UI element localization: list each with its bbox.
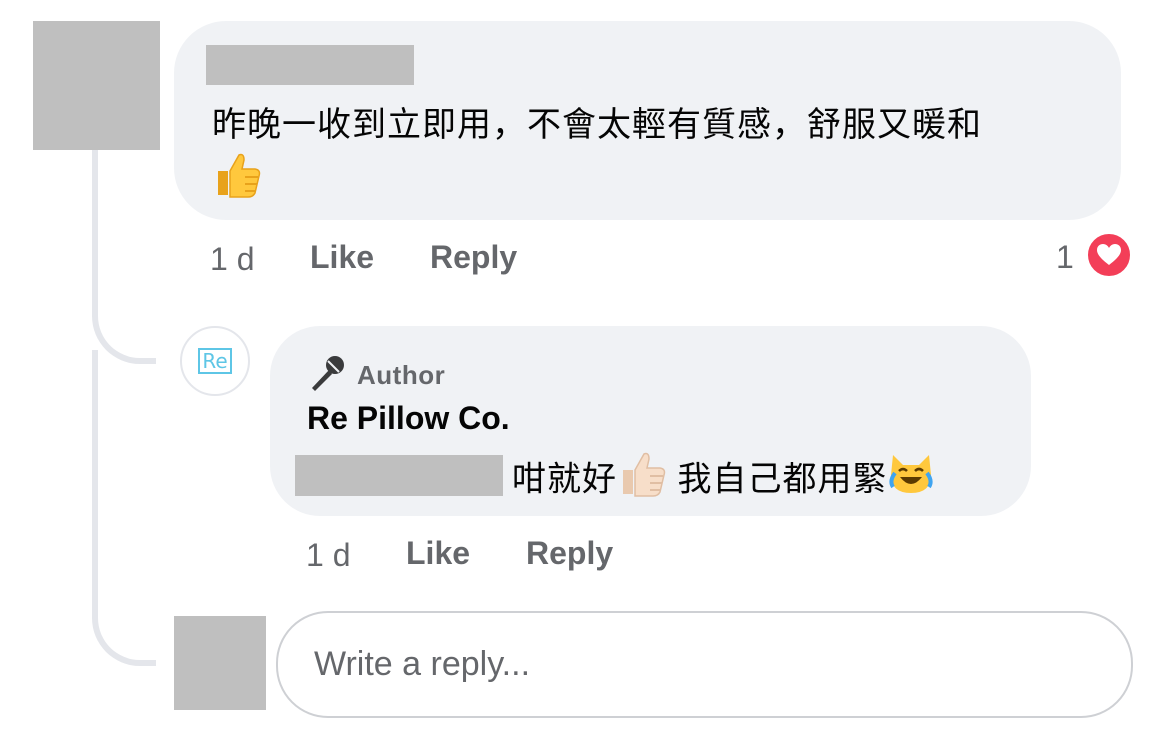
thread-elbow-composer: [92, 600, 156, 666]
comment-text: 昨晚一收到立即用，不會太輕有質感，舒服又暖和: [212, 99, 1102, 214]
author-badge: Author: [307, 354, 445, 397]
commenter-name-redacted[interactable]: [206, 45, 414, 85]
comment-like-button[interactable]: Like: [310, 239, 374, 276]
current-user-avatar: [174, 616, 266, 710]
thumbs-up-light-icon: [617, 450, 667, 513]
page-avatar[interactable]: Re: [180, 326, 250, 396]
reply-input[interactable]: [276, 611, 1133, 718]
reply-text: 咁就好 我自己都用緊: [512, 450, 1012, 513]
thread-line: [92, 150, 98, 310]
thread-elbow-reply: [92, 300, 156, 364]
reply-bubble: Author Re Pillow Co. 咁就好 我自己都用緊: [270, 326, 1031, 516]
reply-reply-button[interactable]: Reply: [526, 535, 613, 572]
thread-line-lower: [92, 350, 98, 610]
author-name[interactable]: Re Pillow Co.: [307, 400, 510, 437]
reply-like-button[interactable]: Like: [406, 535, 470, 572]
reply-text-part2: 我自己都用緊: [667, 460, 888, 499]
comment-text-body: 昨晚一收到立即用，不會太輕有質感，舒服又暖和: [212, 106, 982, 144]
microphone-icon: [307, 354, 347, 397]
cat-tears-of-joy-icon: [887, 451, 935, 512]
mentioned-name-redacted[interactable]: [295, 455, 503, 496]
author-badge-label: Author: [357, 360, 446, 390]
heart-reaction-icon[interactable]: [1085, 231, 1133, 279]
comment-reply-button[interactable]: Reply: [430, 239, 517, 276]
comment-timestamp[interactable]: 1 d: [210, 241, 254, 278]
reply-timestamp[interactable]: 1 d: [306, 537, 350, 574]
commenter-avatar[interactable]: [33, 21, 160, 150]
reaction-count[interactable]: 1: [1056, 239, 1074, 276]
comment-bubble: 昨晚一收到立即用，不會太輕有質感，舒服又暖和: [174, 21, 1121, 220]
reply-text-part1: 咁就好: [512, 460, 617, 499]
thumbs-up-icon: [212, 151, 262, 214]
page-logo: Re: [198, 348, 232, 374]
